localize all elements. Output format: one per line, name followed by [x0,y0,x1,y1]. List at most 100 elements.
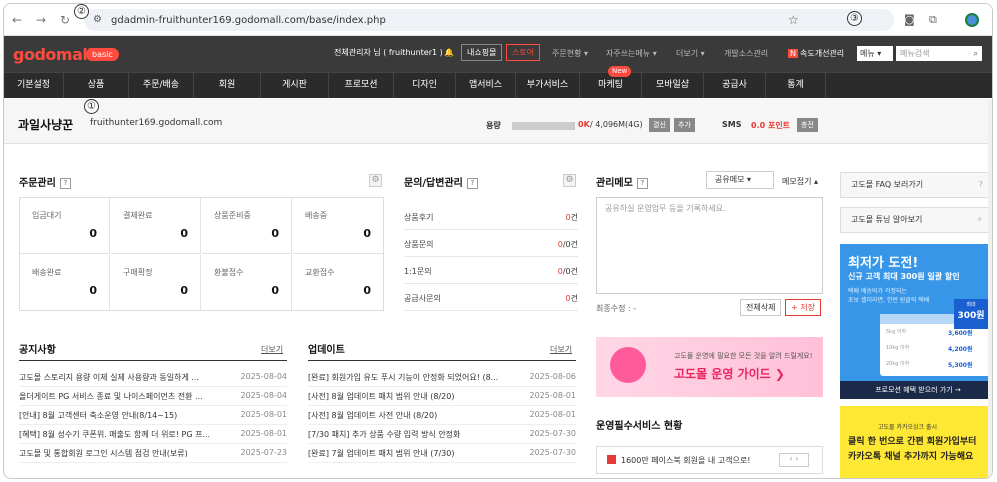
menu-search-input[interactable]: 메뉴검색 ⌕ [896,46,982,61]
menu-basic-settings[interactable]: 기본설정 [4,73,64,98]
usage-add-button[interactable]: 추가 [674,118,695,132]
order-cell[interactable]: 상품준비중 0 [202,198,292,254]
order-cell-label: 배송중 [305,211,328,220]
extensions-icon[interactable]: ⧉ [929,13,937,27]
dev-source-link[interactable]: 개발소스관리 [724,48,768,59]
qna-row-label: 상품후기 [404,213,434,222]
price-row-value: 4,200원 [948,346,973,353]
order-cell[interactable]: 배송중 0 [293,198,383,254]
order-cell[interactable]: 결제완료 0 [111,198,201,254]
site-info-icon[interactable]: ⚙ [93,14,102,25]
order-cell[interactable]: 배송완료 0 [20,255,110,311]
qna-row[interactable]: 공급사문의 0건 [404,285,578,311]
notice-item[interactable]: [안내] 8월 고객센터 축소운영 안내(8/14~15) 2025-08-01 [19,406,287,425]
lowest-price-banner[interactable]: 최저가 도전! 신규 고객 최대 300원 일괄 할인 택배 배송비가 걱정되는… [840,244,992,399]
menu-type-select[interactable]: 메뉴 ▾ [857,46,893,61]
scrollbar[interactable] [988,100,992,478]
menu-mobile-shop[interactable]: 모바일샵 [642,73,704,98]
order-cell[interactable]: 교환접수 0 [293,255,383,311]
notice-item[interactable]: 고도몰 및 통합회원 로그인 시스템 점검 안내(보류) 2025-07-23 [19,444,287,463]
banner-cta[interactable]: 프로모션 혜택 받으러 가기 → [840,381,992,399]
profile-avatar[interactable] [965,13,979,27]
service-item[interactable]: 1600만 페이스북 회원을 내 고객으로! ‹ › [596,446,823,474]
gear-icon[interactable]: ⚙ [563,174,576,187]
kakao-banner-small: 고도몰 카카오싱크 출시 [878,424,938,431]
more-link[interactable]: 더보기 ▾ [676,48,705,59]
notice-title: 공지사항 [19,345,56,356]
update-item[interactable]: [7/30 패치] 추가 상품 수량 입력 방식 안정화 2025-07-30 [308,425,576,444]
bookmark-star-icon[interactable]: ☆ [788,13,799,27]
order-status-grid: 입금대기 0 결제완료 0 상품준비중 0 배송중 0 배송완료 0 구매확정 0 환불접수… [19,197,384,311]
order-status-link[interactable]: 주문현황 ▾ [552,48,588,59]
bell-icon[interactable]: 🔔 [444,48,454,57]
screenshot-icon[interactable]: ◙ [904,13,915,26]
tuning-link[interactable]: 고도몰 튜닝 알아보기 ✧ [840,207,992,233]
notice-item[interactable]: 올더게이트 PG 서비스 종료 및 나이스페이먼츠 전환 ... 2025-08-… [19,387,287,406]
address-bar[interactable]: ⚙ gdadmin-fruithunter169.godomall.com/ba… [84,9,894,31]
forward-icon[interactable]: → [30,13,52,27]
discount-amount: 300원 [957,311,985,321]
my-shop-button[interactable]: 내쇼핑몰 [461,44,503,61]
menu-addon-service[interactable]: 부가서비스 [516,73,580,98]
store-button[interactable]: 스토어 [506,44,541,61]
order-cell-value: 0 [180,284,188,297]
favorites-menu-link[interactable]: 자주쓰는메뉴 ▾ [606,48,657,59]
faq-icon: ? [978,180,983,189]
menu-supplier[interactable]: 공급사 [704,73,766,98]
update-item[interactable]: [완료] 7월 업데이트 패치 범위 안내 (7/30) 2025-07-30 [308,444,576,463]
memo-save-button[interactable]: + 저장 [785,299,821,316]
qna-row[interactable]: 상품후기 0건 [404,204,578,230]
menu-promotion[interactable]: 프로모션 [329,73,394,98]
menu-orders[interactable]: 주문/배송 [129,73,194,98]
qna-title-text: 문의/답변관리 [404,178,463,189]
qna-row[interactable]: 상품문의 0/0건 [404,231,578,257]
memo-title-text: 관리메모 [596,178,633,189]
kakao-sync-banner[interactable]: 고도몰 카카오싱크 출시 클릭 한 번으로 간편 회원가입부터 카카오톡 채널 … [840,406,992,478]
shop-domain[interactable]: fruithunter169.godomall.com [90,118,222,128]
usage-refresh-button[interactable]: 결신 [649,118,670,132]
notice-more-link[interactable]: 더보기 [261,344,283,355]
memo-fold-toggle[interactable]: 메모접기 ▴ [782,176,818,187]
tuning-label: 고도몰 튜닝 알아보기 [851,215,923,224]
shop-name: 과일사냥꾼 [18,118,74,132]
help-icon[interactable]: ? [466,177,478,189]
memo-delete-all-button[interactable]: 전체삭제 [740,299,782,316]
gear-icon[interactable]: ⚙ [369,174,382,187]
operation-guide-banner[interactable]: 고도몰 운영에 필요한 모든 것을 알려 드릴게요! 고도몰 운영 가이드 ❯ [596,337,823,397]
update-item[interactable]: [완료] 회원가입 유도 푸시 기능이 안정화 되었어요! (8... 2025-… [308,368,576,387]
notice-item-title: 고도몰 및 통합회원 로그인 시스템 점검 안내(보류) [19,449,188,458]
menu-members[interactable]: 회원 [194,73,261,98]
search-icon[interactable]: ⌕ [974,46,978,61]
memo-title: 관리메모? [596,174,648,189]
faq-link[interactable]: 고도몰 FAQ 보러가기? [840,172,992,198]
qna-row[interactable]: 1:1문의 0/0건 [404,258,578,284]
admin-user: 전체관리자 님 ( fruithunter1 ) [334,48,443,57]
service-pager[interactable]: ‹ › [779,453,809,467]
price-row-weight: 10kg 이하 [886,345,910,351]
order-cell[interactable]: 구매확정 0 [111,255,201,311]
notice-item[interactable]: [혜택] 8월 성수기 쿠폰위. 매출도 함께 더 위로! PG 프... 202… [19,425,287,444]
menu-app-service[interactable]: 앱서비스 [456,73,516,98]
godomall-logo[interactable]: godomall [13,45,93,64]
update-item-title: [7/30 패치] 추가 상품 수량 입력 방식 안정화 [308,430,461,439]
update-item[interactable]: [사전] 8월 업데이트 사전 안내 (8/20) 2025-08-01 [308,406,576,425]
reload-icon[interactable]: ↻ [54,13,76,27]
order-cell[interactable]: 입금대기 0 [20,198,110,254]
help-icon[interactable]: ? [59,177,71,189]
order-cell[interactable]: 환불접수 0 [202,255,292,311]
sms-charge-button[interactable]: 충전 [797,118,818,132]
notice-item[interactable]: 고도몰 스토리지 용량 이제 실제 사용량과 동일하게 ... 2025-08-0… [19,368,287,387]
speed-improve-link[interactable]: N 속도개선관리 [788,48,844,59]
menu-design[interactable]: 디자인 [394,73,456,98]
url-text[interactable]: gdadmin-fruithunter169.godomall.com/base… [111,15,386,26]
memo-type-select[interactable]: 공유메모 ▾ [706,171,774,189]
menu-search-placeholder: 메뉴검색 [900,49,930,58]
update-item[interactable]: [사전] 8월 업데이트 패치 범위 안내 (8/20) 2025-08-01 [308,387,576,406]
menu-board[interactable]: 게시판 [261,73,329,98]
menu-products[interactable]: 상품 [64,73,129,98]
menu-statistics[interactable]: 통계 [766,73,826,98]
updates-more-link[interactable]: 더보기 [550,344,572,355]
back-icon[interactable]: ← [6,13,28,27]
memo-textarea[interactable]: 공유하실 운영업무 등을 기록하세요. [596,197,823,294]
help-icon[interactable]: ? [636,177,648,189]
